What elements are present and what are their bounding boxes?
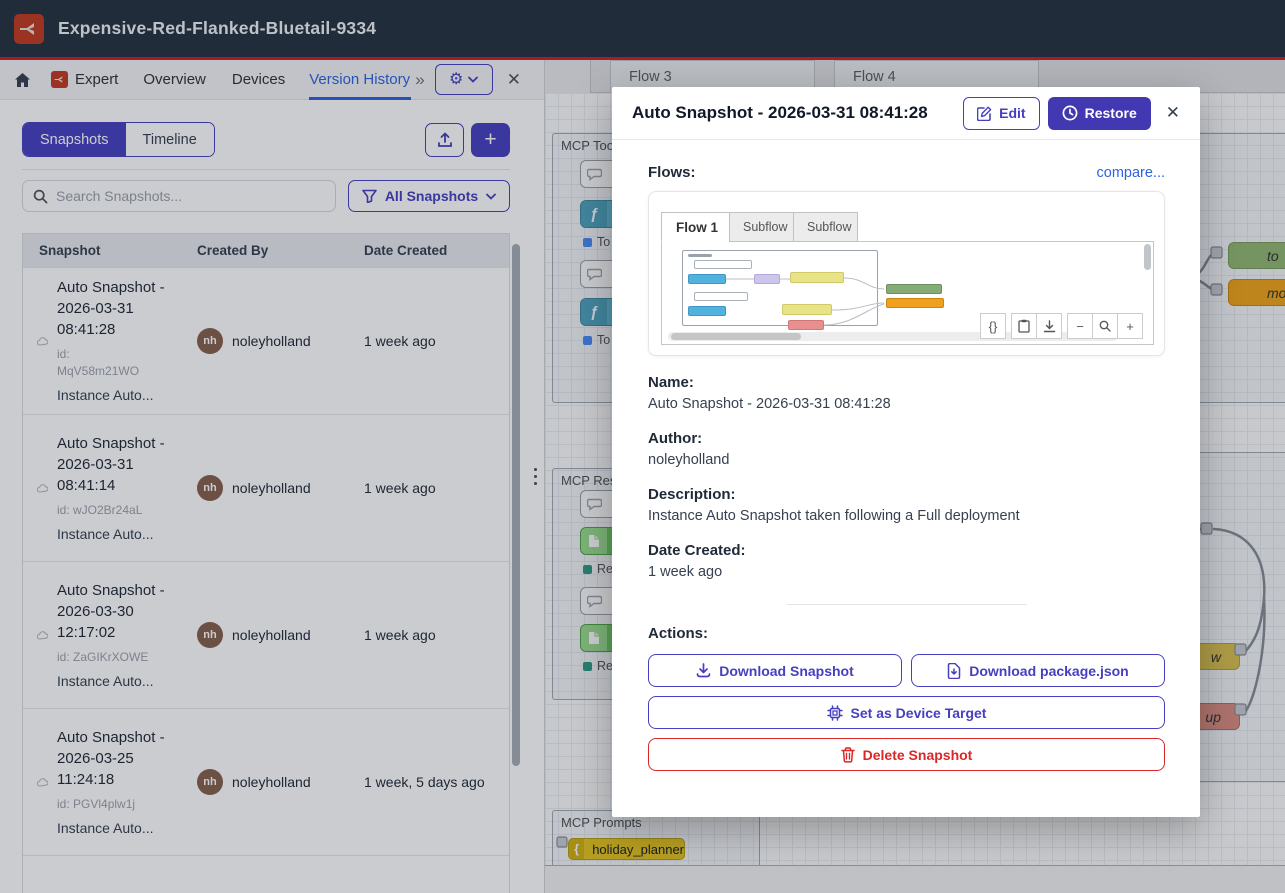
field-label: Name: (648, 374, 1165, 391)
flows-label: Flows: (648, 164, 696, 181)
field-label: Description: (648, 486, 1165, 503)
mini-flow-wires (662, 242, 962, 342)
preview-canvas[interactable]: {} − + (661, 241, 1154, 345)
preview-tabs: Flow 1 Subflow Subflow (661, 212, 858, 242)
trash-icon (841, 747, 855, 763)
file-download-icon (947, 663, 961, 679)
zoom-in-button[interactable]: + (1117, 313, 1143, 339)
field-value: Auto Snapshot - 2026-03-31 08:41:28 (648, 396, 1165, 412)
download-snapshot-button[interactable]: Download Snapshot (648, 654, 902, 687)
magnifier-icon (1099, 320, 1111, 332)
restore-button[interactable]: Restore (1048, 97, 1151, 130)
json-view-button[interactable]: {} (980, 313, 1006, 339)
modal-header: Auto Snapshot - 2026-03-31 08:41:28 Edit… (612, 87, 1200, 140)
modal-divider (787, 604, 1027, 605)
download-package-json-button[interactable]: Download package.json (911, 654, 1165, 687)
modal-title: Auto Snapshot - 2026-03-31 08:41:28 (632, 103, 963, 123)
zoom-out-button[interactable]: − (1067, 313, 1093, 339)
set-device-target-button[interactable]: Set as Device Target (648, 696, 1165, 729)
copy-button[interactable] (1011, 313, 1037, 339)
field-name: Name: Auto Snapshot - 2026-03-31 08:41:2… (648, 374, 1165, 412)
download-button[interactable] (1036, 313, 1062, 339)
field-label: Author: (648, 430, 1165, 447)
delete-snapshot-button[interactable]: Delete Snapshot (648, 738, 1165, 771)
preview-tab-subflow[interactable]: Subflow (729, 212, 794, 242)
edit-label: Edit (999, 105, 1025, 121)
download-icon (696, 663, 711, 678)
chip-icon (827, 705, 843, 721)
modal-body: Flows: compare... Flow 1 Subflow Subflow (612, 140, 1200, 771)
clipboard-icon (1018, 319, 1030, 333)
field-date-created: Date Created: 1 week ago (648, 542, 1165, 580)
field-value: 1 week ago (648, 564, 1165, 580)
edit-button[interactable]: Edit (963, 97, 1039, 130)
field-description: Description: Instance Auto Snapshot take… (648, 486, 1165, 524)
preview-tab-subflow[interactable]: Subflow (793, 212, 858, 242)
field-value: Instance Auto Snapshot taken following a… (648, 508, 1165, 524)
flow-preview-card: Flow 1 Subflow Subflow (648, 191, 1165, 356)
download-icon (1043, 320, 1056, 333)
field-value: noleyholland (648, 452, 1165, 468)
preview-vertical-scrollbar[interactable] (1144, 244, 1151, 270)
field-label: Date Created: (648, 542, 1165, 559)
edit-pencil-icon (977, 106, 992, 121)
flows-row: Flows: compare... (648, 164, 1165, 181)
page: Expensive-Red-Flanked-Bluetail-9334 Flow… (0, 0, 1285, 893)
zoom-reset-button[interactable] (1092, 313, 1118, 339)
modal-close-button[interactable]: ✕ (1166, 103, 1180, 123)
preview-toolbar: {} − + (981, 313, 1143, 339)
actions-label: Actions: (648, 625, 1165, 642)
snapshot-detail-modal: Auto Snapshot - 2026-03-31 08:41:28 Edit… (612, 87, 1200, 817)
restore-label: Restore (1085, 105, 1137, 121)
clock-icon (1062, 105, 1078, 121)
preview-tab-flow1[interactable]: Flow 1 (661, 212, 730, 242)
field-author: Author: noleyholland (648, 430, 1165, 468)
compare-link[interactable]: compare... (1097, 165, 1166, 181)
actions-row: Download Snapshot Download package.json (648, 654, 1165, 687)
